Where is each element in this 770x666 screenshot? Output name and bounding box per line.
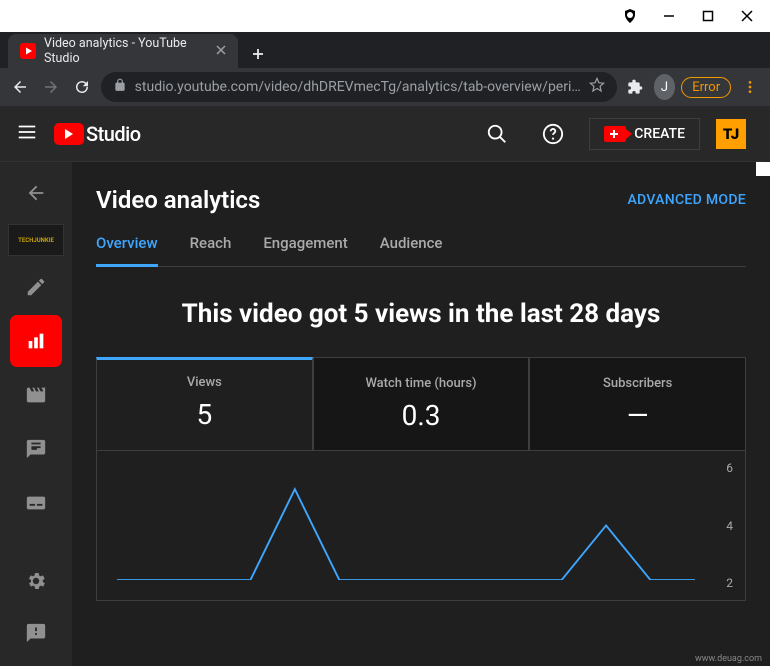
chart-tick: 6 — [726, 461, 733, 475]
tab-engagement[interactable]: Engagement — [263, 234, 347, 266]
metric-card-views[interactable]: Views 5 — [96, 357, 313, 451]
security-shield-icon[interactable] — [611, 0, 650, 32]
summary-headline: This video got 5 views in the last 28 da… — [96, 299, 746, 329]
app-body: TECHJUNKIE Video analytics ADVANCED MODE… — [0, 106, 770, 666]
subtitles-nav-item[interactable] — [13, 480, 59, 526]
error-badge[interactable]: Error — [681, 77, 731, 98]
tab-audience[interactable]: Audience — [380, 234, 443, 266]
details-nav-item[interactable] — [13, 264, 59, 310]
scroll-up-button[interactable] — [756, 162, 770, 176]
page-title: Video analytics — [96, 186, 260, 214]
profile-avatar[interactable]: J — [654, 74, 676, 100]
browser-menu-button[interactable] — [737, 72, 762, 102]
metric-value: 0.3 — [314, 399, 529, 432]
metrics-cards: Views 5Watch time (hours) 0.3Subscribers — — [96, 357, 746, 451]
main-content: Video analytics ADVANCED MODE Overview Re… — [72, 162, 770, 666]
metric-card-watch-time-hours-[interactable]: Watch time (hours) 0.3 — [313, 357, 530, 451]
create-button[interactable]: CREATE — [589, 118, 700, 150]
reload-button[interactable] — [70, 72, 95, 102]
video-thumbnail[interactable]: TECHJUNKIE — [8, 224, 64, 256]
browser-tabstrip: Video analytics - YouTube Studio — [0, 32, 770, 68]
search-button[interactable] — [477, 114, 517, 154]
metric-label: Subscribers — [530, 376, 745, 391]
settings-nav-item[interactable] — [13, 558, 59, 604]
youtube-studio-logo[interactable]: Studio — [54, 122, 141, 146]
metric-card-subscribers[interactable]: Subscribers — — [529, 357, 746, 451]
left-sidebar: TECHJUNKIE — [0, 106, 72, 666]
close-window-button[interactable] — [727, 0, 766, 32]
editor-nav-item[interactable] — [13, 372, 59, 418]
browser-toolbar: studio.youtube.com/video/dhDREVmecTg/ana… — [0, 68, 770, 106]
maximize-button[interactable] — [689, 0, 728, 32]
lock-icon — [113, 78, 127, 96]
chart-tick: 2 — [726, 576, 733, 590]
back-arrow-button[interactable] — [13, 170, 59, 216]
create-camera-icon — [604, 126, 626, 142]
channel-avatar[interactable]: TJ — [716, 119, 746, 149]
tab-title: Video analytics - YouTube Studio — [44, 36, 204, 66]
new-tab-button[interactable] — [244, 40, 272, 68]
views-chart[interactable]: 6 4 2 — [96, 451, 746, 601]
advanced-mode-link[interactable]: ADVANCED MODE — [627, 192, 746, 208]
metric-value: 5 — [97, 398, 312, 431]
chart-tick: 4 — [726, 519, 733, 533]
metric-label: Views — [97, 375, 312, 390]
close-tab-icon[interactable] — [216, 44, 226, 59]
chart-y-ticks: 6 4 2 — [726, 461, 733, 590]
youtube-play-icon — [54, 123, 84, 145]
studio-appbar: Studio CREATE TJ — [0, 106, 762, 162]
url-text: studio.youtube.com/video/dhDREVmecTg/ana… — [135, 79, 581, 95]
studio-brand-text: Studio — [86, 122, 141, 146]
help-button[interactable] — [533, 114, 573, 154]
tab-overview[interactable]: Overview — [96, 234, 158, 266]
bookmark-star-icon[interactable] — [589, 77, 605, 97]
minimize-button[interactable] — [650, 0, 689, 32]
extensions-button[interactable] — [623, 72, 648, 102]
address-bar[interactable]: studio.youtube.com/video/dhDREVmecTg/ana… — [101, 72, 617, 102]
tab-reach[interactable]: Reach — [190, 234, 232, 266]
browser-tab[interactable]: Video analytics - YouTube Studio — [8, 34, 238, 68]
analytics-nav-item[interactable] — [13, 318, 59, 364]
hamburger-menu-button[interactable] — [16, 121, 38, 147]
youtube-studio-favicon-icon — [20, 43, 36, 59]
analytics-tabs: Overview Reach Engagement Audience — [96, 234, 746, 267]
comments-nav-item[interactable] — [13, 426, 59, 472]
feedback-nav-item[interactable] — [13, 610, 59, 656]
forward-button[interactable] — [39, 72, 64, 102]
metric-label: Watch time (hours) — [314, 376, 529, 391]
window-titlebar — [0, 0, 770, 32]
create-button-label: CREATE — [634, 126, 685, 142]
back-button[interactable] — [8, 72, 33, 102]
metric-value: — — [530, 399, 745, 432]
watermark-text: www.deuag.com — [695, 654, 762, 664]
